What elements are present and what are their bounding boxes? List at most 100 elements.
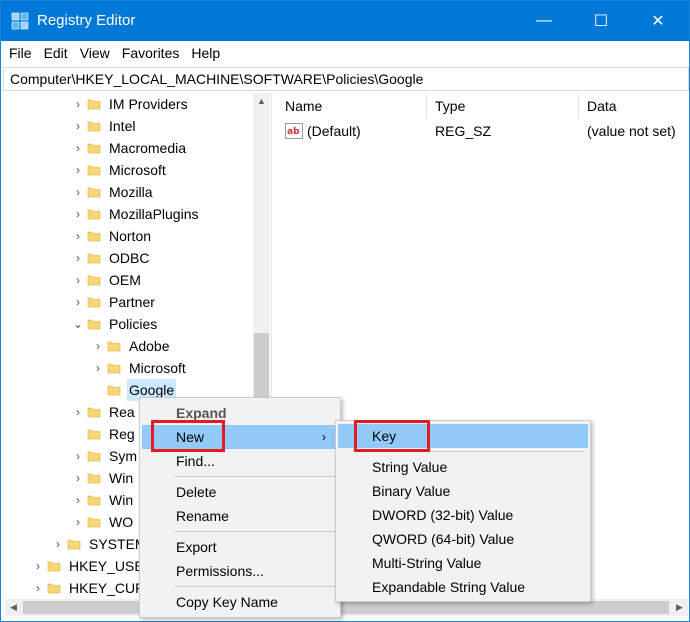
menu-item-delete[interactable]: Delete xyxy=(142,480,338,504)
folder-icon xyxy=(47,583,61,594)
tree-item-label: HKEY_CUR xyxy=(69,580,146,596)
chevron-right-icon[interactable]: › xyxy=(91,335,105,357)
tree-item-label: Reg xyxy=(109,426,135,442)
chevron-down-icon[interactable]: ⌄ xyxy=(71,313,85,335)
menu-file[interactable]: File xyxy=(1,41,38,65)
folder-icon xyxy=(87,209,101,220)
chevron-right-icon[interactable]: › xyxy=(71,467,85,489)
submenu-item-dword-value[interactable]: DWORD (32-bit) Value xyxy=(338,503,588,527)
context-menu: Expand New › Find... Delete Rename Expor… xyxy=(139,397,341,618)
tree-item-label: Microsoft xyxy=(129,360,186,376)
chevron-right-icon[interactable]: › xyxy=(71,93,85,115)
tree-item[interactable]: › Norton xyxy=(71,225,253,247)
chevron-right-icon[interactable]: › xyxy=(91,357,105,379)
tree-item[interactable]: › Adobe xyxy=(91,335,253,357)
chevron-right-icon[interactable]: › xyxy=(31,555,45,577)
maximize-button[interactable]: ☐ xyxy=(578,1,624,41)
folder-icon xyxy=(107,385,121,396)
tree-item-label: Partner xyxy=(109,294,155,310)
menu-item-export[interactable]: Export xyxy=(142,535,338,559)
scrollbar-thumb[interactable] xyxy=(294,601,669,614)
menu-item-rename[interactable]: Rename xyxy=(142,504,338,528)
menu-edit[interactable]: Edit xyxy=(38,41,74,65)
chevron-right-icon[interactable]: › xyxy=(71,291,85,313)
chevron-right-icon[interactable]: › xyxy=(71,445,85,467)
folder-icon xyxy=(87,319,101,330)
column-header-data[interactable]: Data xyxy=(579,93,689,119)
column-header-name[interactable]: Name xyxy=(277,93,427,119)
tree-item[interactable]: › Partner xyxy=(71,291,253,313)
menu-item-permissions[interactable]: Permissions... xyxy=(142,559,338,583)
value-data: (value not set) xyxy=(587,123,676,139)
folder-icon xyxy=(87,253,101,264)
tree-item-label: Sym xyxy=(109,448,137,464)
registry-app-icon xyxy=(11,12,29,30)
tree-item-label: Win xyxy=(109,470,134,486)
menu-item-expand[interactable]: Expand xyxy=(142,401,338,425)
tree-item-label: Intel xyxy=(109,118,136,134)
folder-icon xyxy=(87,517,101,528)
folder-icon xyxy=(87,231,101,242)
scroll-up-arrow-icon[interactable]: ▲ xyxy=(253,93,270,110)
close-button[interactable]: ✕ xyxy=(635,1,681,41)
chevron-right-icon[interactable]: › xyxy=(71,115,85,137)
tree-item[interactable]: ⌄ Policies xyxy=(71,313,253,335)
tree-item[interactable]: › Intel xyxy=(71,115,253,137)
chevron-right-icon[interactable]: › xyxy=(71,269,85,291)
scroll-left-arrow-icon[interactable]: ◀ xyxy=(5,599,22,616)
tree-item-label: Norton xyxy=(109,228,152,244)
new-submenu: Key String Value Binary Value DWORD (32-… xyxy=(335,420,591,602)
tree-item[interactable]: › Microsoft xyxy=(71,159,253,181)
folder-icon xyxy=(87,187,101,198)
title-bar[interactable]: Registry Editor — ☐ ✕ xyxy=(1,1,689,41)
tree-item-label: OEM xyxy=(109,272,141,288)
chevron-right-icon[interactable]: › xyxy=(71,181,85,203)
chevron-right-icon[interactable]: › xyxy=(71,401,85,423)
address-bar[interactable]: Computer\HKEY_LOCAL_MACHINE\SOFTWARE\Pol… xyxy=(3,67,689,91)
folder-icon xyxy=(87,473,101,484)
tree-item[interactable]: › ODBC xyxy=(71,247,253,269)
tree-item[interactable]: › MozillaPlugins xyxy=(71,203,253,225)
folder-icon xyxy=(87,297,101,308)
menu-help[interactable]: Help xyxy=(185,41,226,65)
svg-text:ab: ab xyxy=(287,127,300,137)
value-row[interactable]: ab (Default) REG_SZ (value not set) xyxy=(277,120,689,142)
tree-item[interactable]: › OEM xyxy=(71,269,253,291)
scroll-right-arrow-icon[interactable]: ▶ xyxy=(671,599,688,616)
chevron-right-icon[interactable]: › xyxy=(71,225,85,247)
menu-separator xyxy=(370,451,584,452)
chevron-right-icon[interactable]: › xyxy=(71,247,85,269)
tree-item-label: Rea xyxy=(109,404,135,420)
chevron-right-icon[interactable]: › xyxy=(31,577,45,599)
folder-icon xyxy=(107,341,121,352)
column-header-type[interactable]: Type xyxy=(427,93,579,119)
chevron-right-icon[interactable]: › xyxy=(71,489,85,511)
menu-favorites[interactable]: Favorites xyxy=(116,41,186,65)
submenu-item-qword-value[interactable]: QWORD (64-bit) Value xyxy=(338,527,588,551)
tree-item[interactable]: › IM Providers xyxy=(71,93,253,115)
folder-icon xyxy=(67,539,81,550)
menu-view[interactable]: View xyxy=(74,41,116,65)
chevron-right-icon[interactable]: › xyxy=(71,159,85,181)
tree-item-label: Microsoft xyxy=(109,162,166,178)
menu-item-new[interactable]: New › xyxy=(142,425,338,449)
tree-item-label: IM Providers xyxy=(109,96,188,112)
chevron-right-icon[interactable]: › xyxy=(71,203,85,225)
submenu-item-expandable-string-value[interactable]: Expandable String Value xyxy=(338,575,588,599)
submenu-item-binary-value[interactable]: Binary Value xyxy=(338,479,588,503)
submenu-item-multi-string-value[interactable]: Multi-String Value xyxy=(338,551,588,575)
tree-item[interactable]: › Microsoft xyxy=(91,357,253,379)
chevron-right-icon[interactable]: › xyxy=(71,137,85,159)
submenu-item-key[interactable]: Key xyxy=(338,424,588,448)
menu-bar: File Edit View Favorites Help xyxy=(1,41,689,65)
submenu-item-string-value[interactable]: String Value xyxy=(338,455,588,479)
chevron-right-icon[interactable]: › xyxy=(71,511,85,533)
menu-item-copy-key-name[interactable]: Copy Key Name xyxy=(142,590,338,614)
minimize-button[interactable]: — xyxy=(521,1,567,41)
tree-item[interactable]: › Mozilla xyxy=(71,181,253,203)
chevron-right-icon[interactable]: › xyxy=(51,533,65,555)
menu-item-find[interactable]: Find... xyxy=(142,449,338,473)
value-name: (Default) xyxy=(307,123,361,139)
folder-icon xyxy=(87,429,101,440)
tree-item[interactable]: › Macromedia xyxy=(71,137,253,159)
